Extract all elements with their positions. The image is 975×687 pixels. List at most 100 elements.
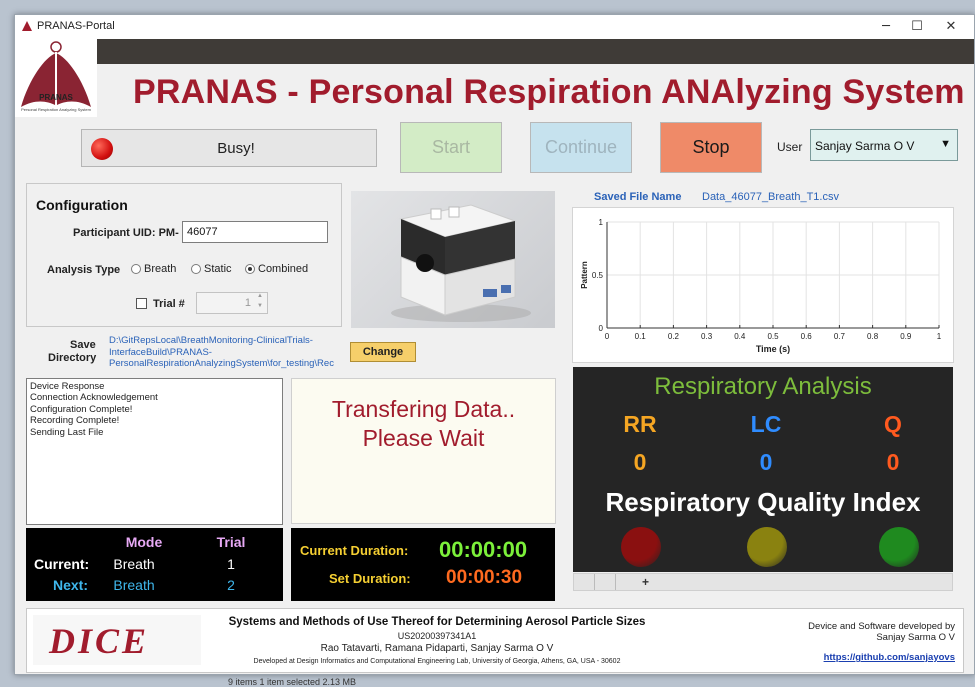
saved-file-label: Saved File Name [594,191,682,203]
patent-authors: Rao Tatavarti, Ramana Pidaparti, Sanjay … [320,643,554,654]
metric-rr-value: 0 [633,449,647,475]
user-dropdown[interactable]: Sanjay Sarma O V ▼ [810,129,958,161]
save-label-line1: Save [70,339,96,351]
stepper-up-icon[interactable]: ▲ [257,293,263,299]
stop-button[interactable]: Stop [660,122,762,173]
minimize-button[interactable]: ─ [871,17,901,37]
radio-static-label: Static [204,263,232,275]
user-label: User [777,140,803,154]
configuration-title: Configuration [36,197,128,213]
chart-tick-label-x: 0.3 [701,332,713,341]
device-illustration-icon [391,204,531,322]
developer-credit: Device and Software developed by Sanjay … [808,621,955,643]
chart-tick-label-y: 0.5 [592,271,604,280]
explorer-status-text: 9 items 1 item selected 2.13 MB [228,677,357,687]
maximize-button[interactable]: ☐ [902,17,932,37]
chart-tick-label-x: 0.2 [668,332,680,341]
next-trial: 2 [227,577,235,593]
pranas-window: PRANAS-Portal ─ ☐ ✕ PRANAS Personal Resp… [14,14,975,675]
metric-lc-value: 0 [759,449,773,475]
mode-header: Mode [125,534,163,550]
window-title: PRANAS-Portal [37,20,115,32]
patent-number: US20200397341A1 [397,631,477,641]
chart-tick-label-y: 1 [599,218,604,227]
respiratory-analysis-title: Respiratory Analysis [654,373,872,400]
save-directory-path-line: D:\GitRepsLocal\BreathMonitoring-Clinica… [109,335,313,346]
tab-strip: + [573,573,953,591]
user-dropdown-value: Sanjay Sarma O V [815,139,915,153]
pranas-logo: PRANAS Personal Respiration Analyzing Sy… [15,39,97,117]
header-bar [97,39,974,64]
trial-header: Trial [216,534,246,550]
footer: DICE Systems and Methods of Use Thereof … [26,608,964,673]
green-lamp-icon [879,527,919,567]
configuration-panel: Configuration Participant UID: PM- 46077… [26,183,342,327]
status-indicator: Busy! [81,129,377,167]
log-line: Device Response [30,381,105,392]
radio-breath[interactable] [131,264,141,274]
saved-file-value: Data_46077_Breath_T1.csv [702,191,839,203]
start-button[interactable]: Start [400,122,502,173]
device-image [351,191,555,328]
metric-q-label: Q [884,411,902,437]
tab-blank[interactable] [594,574,616,590]
red-lamp-icon [621,527,661,567]
close-button[interactable]: ✕ [936,17,966,37]
chart-tick-label-x: 0.6 [801,332,813,341]
github-link[interactable]: https://github.com/sanjayovs [824,652,955,663]
current-duration-value: 00:00:00 [439,537,528,562]
set-duration-label: Set Duration: [329,571,411,586]
developer-line1: Device and Software developed by [808,621,955,632]
pattern-chart: 0 0.1 0.2 0.3 0.4 0.5 0.6 0.7 0.8 0.9 1 0 0.5 1 Time (… [572,207,954,363]
chart-x-label: Time (s) [756,344,790,354]
app-logo-icon [22,21,32,31]
participant-uid-input[interactable]: 46077 [182,221,328,243]
metric-q-value: 0 [886,449,900,475]
status-message-panel: Transfering Data.. Please Wait [291,378,556,524]
radio-breath-label: Breath [144,263,177,275]
uid-label: Participant UID: PM- [73,227,179,239]
radio-combined-label: Combined [258,263,309,275]
log-line: Sending Last File [30,426,104,438]
trial-table: Mode Trial Current: Breath 1 Next: Breat… [26,528,283,601]
next-label: Next: [53,577,89,593]
save-directory-path: D:\GitRepsLocal\BreathMonitoring-Clinica… [109,335,349,370]
change-directory-button[interactable]: Change [350,342,416,362]
developer-line2: Sanjay Sarma O V [876,632,955,643]
next-mode: Breath [113,577,155,593]
metric-rr-label: RR [623,411,657,437]
respiratory-analysis-panel: Respiratory Analysis RR LC Q 0 0 0 Respi… [573,367,953,572]
trial-label: Trial # [153,298,185,310]
current-mode: Breath [113,556,155,572]
metric-lc-label: LC [750,411,782,437]
dice-logo-text: DICE [49,621,150,661]
radio-combined[interactable] [245,264,255,274]
radio-static[interactable] [191,264,201,274]
chart-tick-label-x: 0.7 [834,332,846,341]
stepper-down-icon[interactable]: ▼ [257,303,263,309]
title-bar: PRANAS-Portal ─ ☐ ✕ [15,15,974,39]
chart-tick-label-x: 0.4 [734,332,746,341]
device-log[interactable]: Device Response Connection Acknowledgeme… [26,378,283,525]
pattern-chart-svg: 0 0.1 0.2 0.3 0.4 0.5 0.6 0.7 0.8 0.9 1 0 0.5 1 Time (… [580,218,942,354]
chart-tick-label-x: 0.8 [867,332,879,341]
analysis-type-label: Analysis Type [47,264,121,276]
message-line2: Please Wait [362,425,485,451]
current-duration-label: Current Duration: [300,543,409,558]
duration-panel: Current Duration: 00:00:00 Set Duration:… [291,528,555,601]
trial-checkbox[interactable] [136,298,147,309]
current-label: Current: [34,556,90,572]
chart-tick-label-x: 0.5 [767,332,779,341]
chart-tick-label-x: 0.9 [900,332,912,341]
continue-button[interactable]: Continue [530,122,632,173]
set-duration-value: 00:00:30 [446,567,523,588]
patent-title: Systems and Methods of Use Thereof for D… [228,616,646,628]
chart-tick-label-x: 1 [937,332,942,341]
chart-tick-label-x: 0 [605,332,610,341]
chevron-down-icon: ▼ [940,138,951,150]
add-tab-button[interactable]: + [642,575,649,589]
page-title: PRANAS - Personal Respiration ANAlyzing … [133,73,965,111]
quality-index-title: Respiratory Quality Index [605,487,921,517]
status-text: Busy! [217,140,255,157]
chart-tick-label-y: 0 [599,324,604,333]
